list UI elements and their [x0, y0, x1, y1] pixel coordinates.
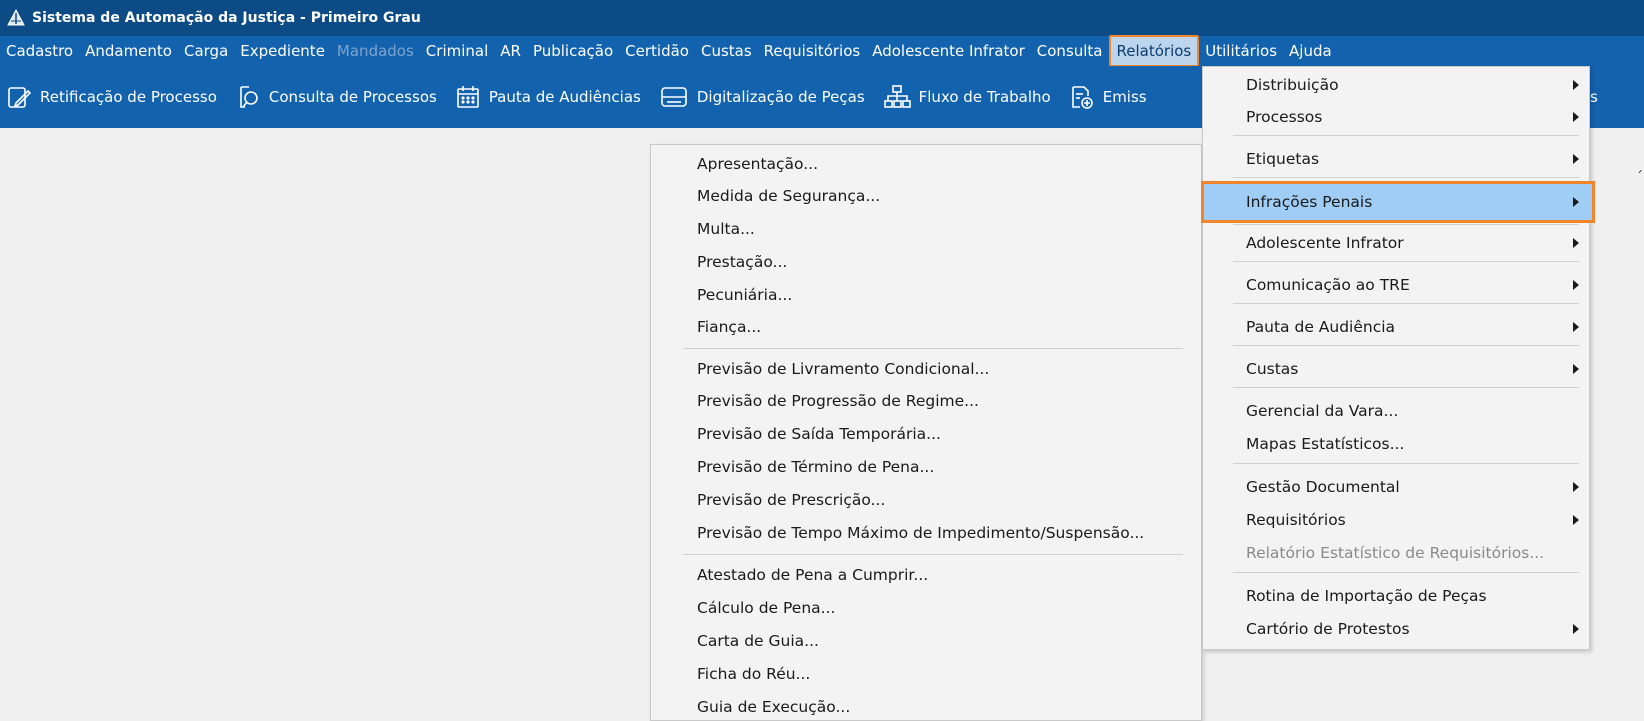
- submenu-item-guia-execucao[interactable]: Guia de Execução...: [697, 696, 850, 718]
- window-title: Sistema de Automação da Justiça - Primei…: [32, 10, 421, 26]
- menu-cadastro[interactable]: Cadastro: [0, 37, 79, 65]
- dropdown-item-gestao-documental[interactable]: Gestão Documental: [1203, 472, 1589, 502]
- scanner-icon: [661, 87, 687, 107]
- submenu-item-previsao-tempo-maximo[interactable]: Previsão de Tempo Máximo de Impedimento/…: [697, 522, 1144, 544]
- submenu-item-previsao-prescricao[interactable]: Previsão de Prescrição...: [697, 489, 885, 511]
- menu-separator: [1233, 463, 1579, 464]
- edit-icon: [8, 87, 32, 108]
- menu-consulta[interactable]: Consulta: [1031, 37, 1109, 65]
- menu-separator: [1233, 261, 1579, 262]
- menu-separator: [1233, 177, 1579, 178]
- chevron-right-icon: [1573, 482, 1579, 492]
- menu-ar[interactable]: AR: [494, 37, 527, 65]
- menu-separator: [1233, 135, 1579, 136]
- infracoes-penais-submenu: Apresentação... Medida de Segurança... M…: [650, 144, 1202, 721]
- menu-criminal[interactable]: Criminal: [420, 37, 494, 65]
- submenu-item-multa[interactable]: Multa...: [697, 218, 755, 240]
- pauta-audiencias-button[interactable]: Pauta de Audiências: [449, 77, 653, 117]
- menu-ajuda[interactable]: Ajuda: [1283, 37, 1338, 65]
- chevron-right-icon: [1573, 515, 1579, 525]
- menu-separator: [683, 554, 1183, 555]
- submenu-item-calculo-pena[interactable]: Cálculo de Pena...: [697, 597, 835, 619]
- dropdown-item-cartorio-protestos[interactable]: Cartório de Protestos: [1203, 614, 1589, 644]
- chevron-right-icon: [1573, 624, 1579, 634]
- submenu-item-fianca[interactable]: Fiança...: [697, 316, 761, 338]
- submenu-item-previsao-progressao[interactable]: Previsão de Progressão de Regime...: [697, 390, 979, 412]
- dropdown-item-distribuicao[interactable]: Distribuição: [1203, 70, 1589, 100]
- submenu-item-previsao-livramento[interactable]: Previsão de Livramento Condicional...: [697, 358, 989, 380]
- submenu-item-atestado-pena[interactable]: Atestado de Pena a Cumprir...: [697, 564, 928, 586]
- title-bar: Sistema de Automação da Justiça - Primei…: [0, 0, 1644, 36]
- dropdown-item-relatorio-estatistico-requisitorios: Relatório Estatístico de Requisitórios..…: [1246, 544, 1545, 562]
- menu-requisitorios[interactable]: Requisitórios: [758, 37, 867, 65]
- dropdown-item-infracoes-penais[interactable]: Infrações Penais: [1201, 181, 1595, 223]
- menu-certidao[interactable]: Certidão: [619, 37, 695, 65]
- chevron-right-icon: [1573, 112, 1579, 122]
- menu-separator: [1233, 572, 1579, 573]
- menu-separator: [683, 348, 1183, 349]
- document-add-icon: [1071, 86, 1093, 109]
- submenu-item-pecuniaria[interactable]: Pecuniária...: [697, 284, 792, 306]
- dropdown-item-mapas-estatisticos[interactable]: Mapas Estatísticos...: [1203, 429, 1589, 459]
- dropdown-item-pauta-audiencia[interactable]: Pauta de Audiência: [1203, 312, 1589, 342]
- dropdown-item-requisitorios[interactable]: Requisitórios: [1203, 505, 1589, 535]
- menu-carga[interactable]: Carga: [178, 37, 234, 65]
- menu-separator: [1233, 345, 1579, 346]
- menu-separator: [1233, 303, 1579, 304]
- chevron-right-icon: [1573, 80, 1579, 90]
- digitalizacao-pecas-button[interactable]: Digitalização de Peças: [653, 77, 877, 117]
- menu-custas[interactable]: Custas: [695, 37, 758, 65]
- chevron-right-icon: [1573, 280, 1579, 290]
- dropdown-item-gerencial-vara[interactable]: Gerencial da Vara...: [1203, 396, 1589, 426]
- submenu-item-ficha-reu[interactable]: Ficha do Réu...: [697, 663, 810, 685]
- menu-separator: [1233, 387, 1579, 388]
- chevron-right-icon: [1573, 154, 1579, 164]
- submenu-item-prestacao[interactable]: Prestação...: [697, 251, 787, 273]
- toolbar-overflow-text: s: [1590, 88, 1598, 106]
- retificacao-processo-button[interactable]: Retificação de Processo: [0, 77, 229, 117]
- submenu-item-apresentacao[interactable]: Apresentação...: [697, 153, 818, 175]
- menu-separator: [1233, 224, 1579, 225]
- submenu-item-carta-guia[interactable]: Carta de Guia...: [697, 630, 819, 652]
- edge-tick-mark: ˊ: [1636, 170, 1643, 186]
- dropdown-item-custas[interactable]: Custas: [1203, 354, 1589, 384]
- calendar-icon: [457, 86, 479, 108]
- menu-andamento[interactable]: Andamento: [79, 37, 178, 65]
- submenu-item-previsao-saida[interactable]: Previsão de Saída Temporária...: [697, 423, 941, 445]
- consulta-processos-button[interactable]: Consulta de Processos: [229, 77, 449, 117]
- dropdown-item-rotina-importacao-pecas[interactable]: Rotina de Importação de Peças: [1203, 581, 1589, 611]
- dropdown-item-etiquetas[interactable]: Etiquetas: [1203, 144, 1589, 174]
- submenu-item-previsao-termino[interactable]: Previsão de Término de Pena...: [697, 456, 934, 478]
- chevron-right-icon: [1573, 322, 1579, 332]
- menu-adolescente-infrator[interactable]: Adolescente Infrator: [866, 37, 1031, 65]
- menu-expediente[interactable]: Expediente: [234, 37, 331, 65]
- scales-of-justice-icon: [7, 9, 25, 26]
- chevron-right-icon: [1573, 364, 1579, 374]
- dropdown-item-comunicacao-tre[interactable]: Comunicação ao TRE: [1203, 270, 1589, 300]
- menu-mandados: Mandados: [336, 42, 414, 60]
- submenu-item-medida-seguranca[interactable]: Medida de Segurança...: [697, 185, 880, 207]
- menu-publicacao[interactable]: Publicação: [527, 37, 619, 65]
- menu-relatorios[interactable]: Relatórios: [1108, 35, 1200, 67]
- workflow-icon: [883, 85, 911, 108]
- search-document-icon: [240, 86, 258, 108]
- emissao-button[interactable]: Emiss: [1063, 77, 1159, 117]
- dropdown-item-processos[interactable]: Processos: [1203, 102, 1589, 132]
- dropdown-item-adolescente-infrator[interactable]: Adolescente Infrator: [1203, 228, 1589, 258]
- chevron-right-icon: [1573, 238, 1579, 248]
- relatorios-dropdown: Distribuição Processos Etiquetas Infraçõ…: [1201, 66, 1595, 650]
- fluxo-trabalho-button[interactable]: Fluxo de Trabalho: [877, 77, 1063, 117]
- chevron-right-icon: [1573, 197, 1579, 207]
- menu-bar: Cadastro Andamento Carga Expediente Mand…: [0, 35, 1644, 67]
- menu-utilitarios[interactable]: Utilitários: [1199, 37, 1283, 65]
